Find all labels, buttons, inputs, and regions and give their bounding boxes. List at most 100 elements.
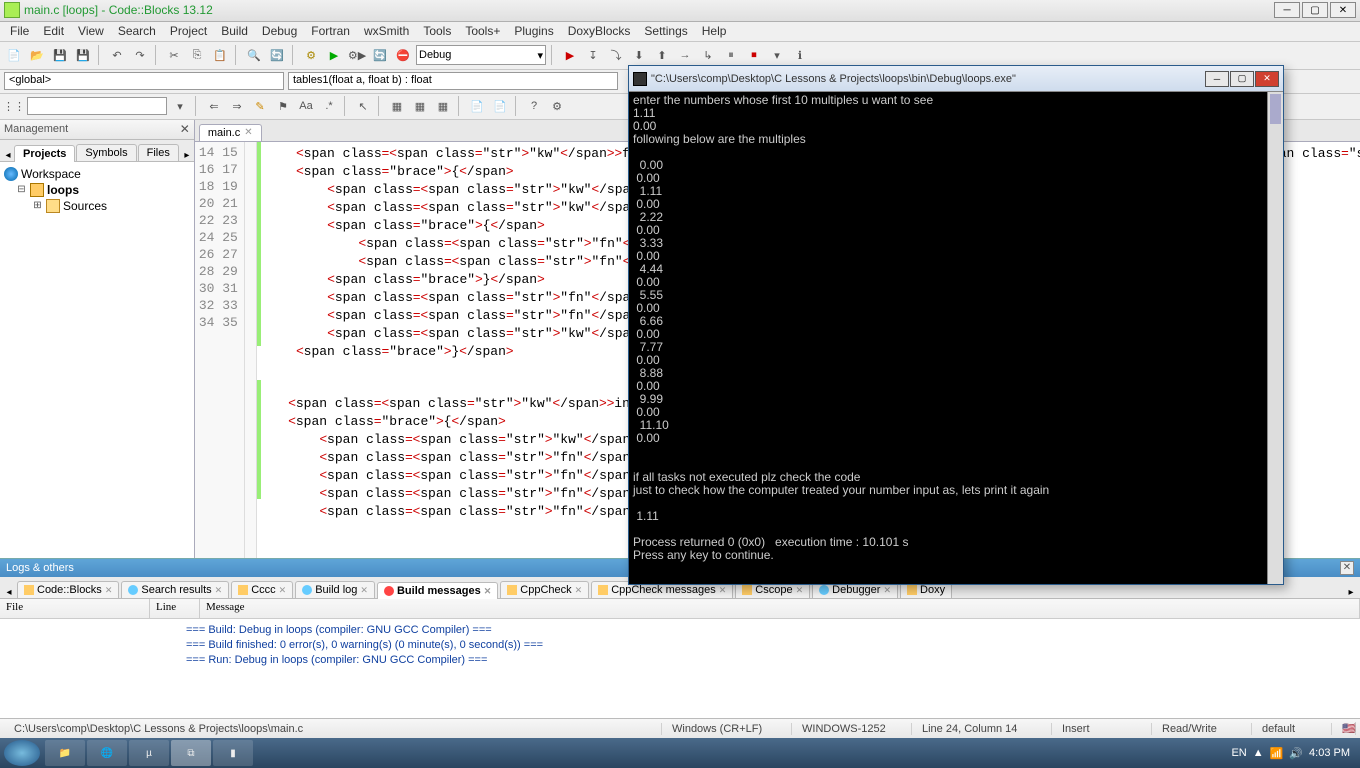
- tray-network-icon[interactable]: 📶: [1270, 747, 1284, 760]
- menu-plugins[interactable]: Plugins: [508, 22, 559, 40]
- menu-fortran[interactable]: Fortran: [305, 22, 356, 40]
- console-maximize-button[interactable]: ▢: [1230, 71, 1254, 87]
- logtab-cccc[interactable]: Cccc✕: [231, 581, 293, 598]
- select-icon[interactable]: ↖: [353, 96, 373, 116]
- console-scrollbar[interactable]: [1267, 92, 1283, 584]
- menu-project[interactable]: Project: [164, 22, 213, 40]
- tree-project[interactable]: ⊟ loops: [4, 182, 190, 198]
- menu-settings[interactable]: Settings: [638, 22, 693, 40]
- tab-projects[interactable]: Projects: [14, 145, 75, 162]
- undo-icon[interactable]: ↶: [107, 45, 127, 65]
- regex-icon[interactable]: .*: [319, 96, 339, 116]
- editor-tab-main[interactable]: main.c ✕: [199, 124, 262, 141]
- menu-build[interactable]: Build: [215, 22, 254, 40]
- expand-icon[interactable]: ⊞: [32, 200, 43, 211]
- rebuild-icon[interactable]: 🔄: [370, 45, 390, 65]
- find-icon[interactable]: 🔍: [244, 45, 264, 65]
- function-combo[interactable]: tables1(float a, float b) : float: [288, 72, 618, 90]
- close-icon[interactable]: ✕: [796, 585, 804, 596]
- close-icon[interactable]: ✕: [719, 585, 727, 596]
- console-minimize-button[interactable]: ─: [1205, 71, 1229, 87]
- console-window[interactable]: "C:\Users\comp\Desktop\C Lessons & Proje…: [628, 65, 1284, 585]
- stop-debug-icon[interactable]: ⏹: [744, 45, 764, 65]
- build-target-combo[interactable]: Debug ▾: [416, 45, 546, 65]
- info-icon[interactable]: ℹ: [790, 45, 810, 65]
- menu-file[interactable]: File: [4, 22, 35, 40]
- taskbar-app-console[interactable]: ▮: [213, 740, 253, 766]
- col-message[interactable]: Message: [200, 599, 1360, 618]
- col-file[interactable]: File: [0, 599, 150, 618]
- open-icon[interactable]: 📂: [27, 45, 47, 65]
- doxy3-icon[interactable]: ▦: [433, 96, 453, 116]
- tab-symbols[interactable]: Symbols: [76, 144, 136, 161]
- menu-wxsmith[interactable]: wxSmith: [358, 22, 415, 40]
- build-icon[interactable]: ⚙: [301, 45, 321, 65]
- taskbar-app-explorer[interactable]: 📁: [45, 740, 85, 766]
- menu-view[interactable]: View: [72, 22, 110, 40]
- logtab-buildmessages[interactable]: Build messages✕: [377, 582, 498, 599]
- debug-windows-icon[interactable]: ▾: [767, 45, 787, 65]
- doxy2-icon[interactable]: ▦: [410, 96, 430, 116]
- console-titlebar[interactable]: "C:\Users\comp\Desktop\C Lessons & Proje…: [629, 66, 1283, 92]
- cut-icon[interactable]: ✂: [164, 45, 184, 65]
- logtab-codeblocks[interactable]: Code::Blocks✕: [17, 581, 119, 598]
- build-run-icon[interactable]: ⚙▶: [347, 45, 367, 65]
- paste-icon[interactable]: 📋: [210, 45, 230, 65]
- run-to-cursor-icon[interactable]: ↧: [583, 45, 603, 65]
- forward-icon[interactable]: ⇒: [227, 96, 247, 116]
- windows-taskbar[interactable]: 📁 🌐 µ ⧉ ▮ EN ▲ 📶 🔊 4:03 PM: [0, 738, 1360, 768]
- minimize-button[interactable]: ─: [1274, 2, 1300, 18]
- tree-sources[interactable]: ⊞ Sources: [4, 198, 190, 214]
- doc2-icon[interactable]: 📄: [490, 96, 510, 116]
- mgmt-tab-nav-right[interactable]: ▸: [180, 150, 194, 161]
- console-close-button[interactable]: ✕: [1255, 71, 1279, 87]
- next-line-icon[interactable]: ⤵: [606, 45, 626, 65]
- menu-debug[interactable]: Debug: [256, 22, 303, 40]
- logtab-cppcheck[interactable]: CppCheck✕: [500, 581, 589, 598]
- close-icon[interactable]: ✕: [883, 585, 891, 596]
- doc1-icon[interactable]: 📄: [467, 96, 487, 116]
- menu-edit[interactable]: Edit: [37, 22, 70, 40]
- save-icon[interactable]: 💾: [50, 45, 70, 65]
- close-icon[interactable]: ✕: [105, 585, 113, 596]
- logs-close-icon[interactable]: ✕: [1340, 561, 1354, 575]
- bookmark-icon[interactable]: ⚑: [273, 96, 293, 116]
- next-instr-icon[interactable]: →: [675, 45, 695, 65]
- logtab-buildlog[interactable]: Build log✕: [295, 581, 375, 598]
- project-tree[interactable]: Workspace ⊟ loops ⊞ Sources: [0, 162, 194, 559]
- text-icon[interactable]: Aa: [296, 96, 316, 116]
- menu-doxyblocks[interactable]: DoxyBlocks: [562, 22, 637, 40]
- taskbar-app-codeblocks[interactable]: ⧉: [171, 740, 211, 766]
- menu-search[interactable]: Search: [112, 22, 162, 40]
- console-output[interactable]: enter the numbers whose first 10 multipl…: [629, 92, 1283, 584]
- start-button[interactable]: [4, 740, 40, 766]
- logtab-search[interactable]: Search results✕: [121, 581, 229, 598]
- taskbar-app-utorrent[interactable]: µ: [129, 740, 169, 766]
- replace-icon[interactable]: 🔄: [267, 45, 287, 65]
- tray-time[interactable]: 4:03 PM: [1309, 747, 1350, 759]
- marker-icon[interactable]: ✎: [250, 96, 270, 116]
- close-button[interactable]: ✕: [1330, 2, 1356, 18]
- editor-tab-close-icon[interactable]: ✕: [244, 127, 252, 138]
- menu-toolsplus[interactable]: Tools+: [459, 22, 506, 40]
- close-icon[interactable]: ✕: [215, 585, 223, 596]
- close-icon[interactable]: ✕: [360, 585, 368, 596]
- tree-workspace[interactable]: Workspace: [4, 166, 190, 182]
- step-instr-icon[interactable]: ↳: [698, 45, 718, 65]
- debug-run-icon[interactable]: ▶: [560, 45, 580, 65]
- quick-search-input[interactable]: [27, 97, 167, 115]
- run-icon[interactable]: ▶: [324, 45, 344, 65]
- save-all-icon[interactable]: 💾: [73, 45, 93, 65]
- logs-nav-left[interactable]: ◂: [2, 587, 16, 598]
- step-into-icon[interactable]: ⬇: [629, 45, 649, 65]
- help-icon[interactable]: ?: [524, 96, 544, 116]
- step-out-icon[interactable]: ⬆: [652, 45, 672, 65]
- scope-combo[interactable]: <global>: [4, 72, 284, 90]
- menu-help[interactable]: Help: [696, 22, 733, 40]
- back-icon[interactable]: ⇐: [204, 96, 224, 116]
- logs-nav-right[interactable]: ▸: [1344, 587, 1358, 598]
- fold-column[interactable]: [245, 142, 257, 559]
- close-icon[interactable]: ✕: [575, 585, 583, 596]
- break-icon[interactable]: ⏸: [721, 45, 741, 65]
- copy-icon[interactable]: ⎘: [187, 45, 207, 65]
